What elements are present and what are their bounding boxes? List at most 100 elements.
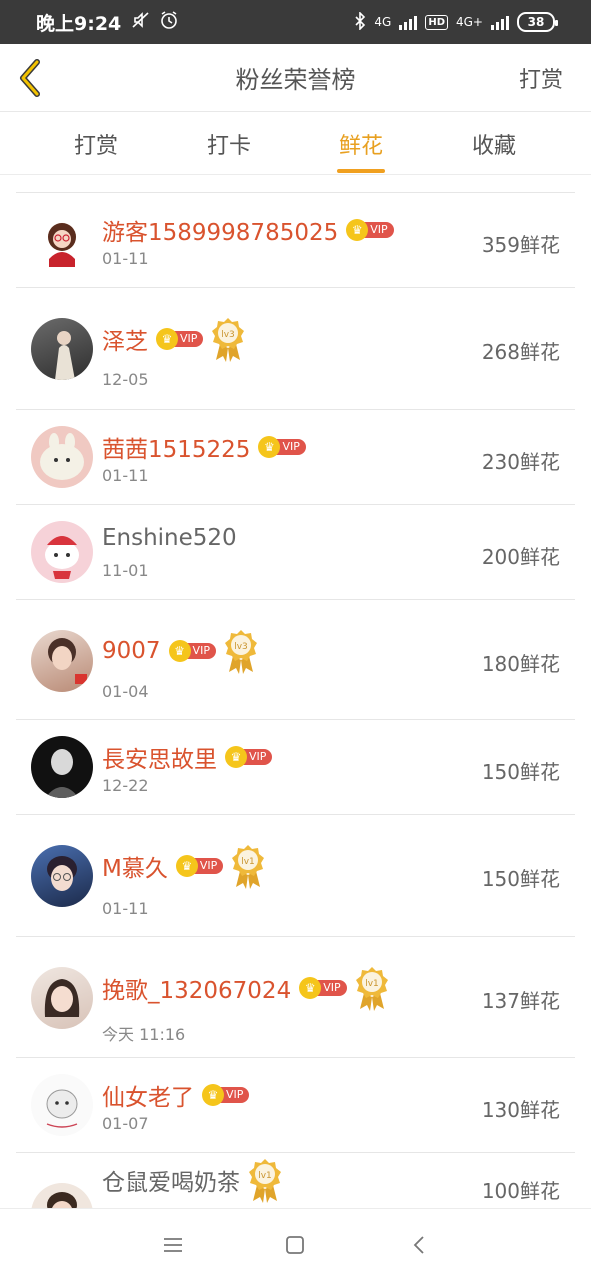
- mute-icon: [131, 10, 151, 35]
- svg-text:lv3: lv3: [222, 330, 236, 340]
- user-name[interactable]: 游客1589998785025: [102, 213, 338, 247]
- vip-badge: ♛ VIP: [175, 855, 224, 877]
- level-medal-icon: lv1: [355, 965, 389, 1011]
- crown-icon: ♛: [175, 855, 198, 877]
- home-button[interactable]: [277, 1227, 313, 1263]
- user-name[interactable]: 挽歌_132067024: [102, 971, 291, 1005]
- tab-checkin[interactable]: 打卡: [169, 113, 289, 175]
- flower-count: 180鲜花: [481, 652, 560, 676]
- flower-count: 230鲜花: [481, 450, 560, 474]
- flower-count: 100鲜花: [481, 1179, 560, 1203]
- bluetooth-icon: [354, 10, 366, 33]
- date-label: 12-05: [102, 370, 149, 389]
- list-item[interactable]: 9007 ♛ VIP lv3 01-04 180鲜花: [16, 600, 575, 720]
- tab-reward[interactable]: 打赏: [36, 113, 156, 175]
- user-name[interactable]: 茜茜1515225: [102, 430, 250, 464]
- alarm-icon: [159, 10, 179, 35]
- user-name[interactable]: 仙女老了: [102, 1078, 194, 1112]
- avatar: [31, 1183, 93, 1208]
- avatar: [31, 209, 93, 271]
- date-label: 01-04: [102, 682, 149, 701]
- level-medal-icon: lv1: [248, 1157, 282, 1203]
- level-medal-icon: lv1: [231, 843, 265, 889]
- list-item[interactable]: 茜茜1515225 ♛ VIP 01-11 230鲜花: [16, 410, 575, 505]
- menu-icon: [164, 1238, 182, 1252]
- user-name[interactable]: 仓鼠爱喝奶茶: [102, 1163, 240, 1197]
- active-tab-indicator: [337, 169, 385, 173]
- reward-button[interactable]: 打赏: [519, 62, 563, 94]
- tab-favorites[interactable]: 收藏: [434, 113, 554, 175]
- avatar: [31, 521, 93, 583]
- date-label: 今天 11:16: [102, 1025, 186, 1044]
- level-medal-icon: lv3: [224, 628, 258, 674]
- network-label-1: 4G: [374, 15, 392, 29]
- date-label: 01-07: [102, 1114, 149, 1133]
- list-item[interactable]: 長安思故里 ♛ VIP 12-22 150鲜花: [16, 720, 575, 815]
- home-square-icon: [286, 1236, 304, 1254]
- list-item[interactable]: 仙女老了 ♛ VIP 01-07 130鲜花: [16, 1058, 575, 1153]
- avatar: [31, 967, 93, 1029]
- date-label: 11-01: [102, 561, 149, 580]
- svg-text:lv1: lv1: [365, 979, 379, 989]
- flower-count: 150鲜花: [481, 760, 560, 784]
- user-name[interactable]: Enshine520: [102, 525, 237, 551]
- date-label: 12-22: [102, 776, 149, 795]
- status-bar: 晚上9:24 4G HD 4G+ 38: [0, 0, 591, 44]
- level-medal-icon: lv3: [211, 316, 245, 362]
- list-item[interactable]: M慕久 ♛ VIP lv1 01-11 150鲜花: [16, 815, 575, 937]
- back-chevron-icon: [413, 1236, 424, 1254]
- tab-flowers[interactable]: 鲜花: [301, 113, 421, 175]
- svg-text:lv3: lv3: [234, 642, 248, 652]
- svg-text:lv1: lv1: [258, 1171, 272, 1181]
- crown-icon: ♛: [168, 640, 191, 662]
- list-item[interactable]: 泽芝 ♛ VIP lv3 12-05 268鲜花: [16, 288, 575, 410]
- back-arrow-icon: [20, 59, 40, 97]
- crown-icon: ♛: [156, 328, 178, 350]
- user-name[interactable]: 9007: [102, 638, 161, 664]
- flower-count: 150鲜花: [481, 867, 560, 891]
- avatar: [31, 630, 93, 692]
- flower-count: 137鲜花: [481, 989, 560, 1013]
- vip-badge: ♛ VIP: [258, 436, 306, 458]
- flower-count: 130鲜花: [481, 1098, 560, 1122]
- network-label-2: 4G+: [456, 15, 483, 29]
- list-item[interactable]: 游客1589998785025 ♛ VIP 01-11 359鲜花: [16, 193, 575, 288]
- crown-icon: ♛: [225, 746, 247, 768]
- fan-ranking-list[interactable]: 游客1589998785025 ♛ VIP 01-11 359鲜花 泽芝 ♛ VIP…: [0, 176, 591, 1208]
- avatar: [31, 1074, 93, 1136]
- vip-badge: ♛ VIP: [225, 746, 273, 768]
- menu-button[interactable]: [155, 1227, 191, 1263]
- page-title: 粉丝荣誉榜: [235, 66, 356, 94]
- status-time: 晚上9:24: [36, 12, 122, 35]
- date-label: 01-11: [102, 899, 149, 918]
- flower-count: 200鲜花: [481, 545, 560, 569]
- user-name[interactable]: 長安思故里: [102, 740, 217, 774]
- hd-badge: HD: [425, 14, 448, 30]
- list-item[interactable]: Enshine520 11-01 200鲜花: [16, 505, 575, 600]
- crown-icon: ♛: [202, 1084, 224, 1106]
- back-button[interactable]: [10, 56, 50, 100]
- header: 粉丝荣誉榜 打赏: [0, 44, 591, 112]
- svg-text:lv1: lv1: [241, 857, 255, 867]
- list-item[interactable]: 挽歌_132067024 ♛ VIP lv1 今天 11:16 137鲜花: [16, 937, 575, 1058]
- battery-icon: 38: [517, 12, 558, 32]
- avatar: [31, 736, 93, 798]
- vip-badge: ♛ VIP: [346, 219, 394, 241]
- signal-icon: [399, 14, 418, 30]
- avatar: [31, 318, 93, 380]
- flower-count: 359鲜花: [481, 233, 560, 257]
- date-label: 01-11: [102, 249, 149, 268]
- signal-icon-2: [491, 14, 509, 30]
- list-item[interactable]: 仓鼠爱喝奶茶 lv1 100鲜花: [16, 1153, 575, 1208]
- tab-bar: 打赏 打卡 鲜花 收藏: [0, 113, 591, 175]
- user-name[interactable]: 泽芝: [102, 322, 148, 356]
- flower-count: 268鲜花: [481, 340, 560, 364]
- vip-badge: ♛ VIP: [168, 640, 216, 662]
- vip-badge: ♛ VIP: [299, 977, 347, 999]
- date-label: 01-11: [102, 466, 149, 485]
- avatar: [31, 845, 93, 907]
- vip-badge: ♛ VIP: [156, 328, 204, 350]
- avatar: [31, 426, 93, 488]
- system-back-button[interactable]: [401, 1227, 437, 1263]
- user-name[interactable]: M慕久: [102, 849, 168, 883]
